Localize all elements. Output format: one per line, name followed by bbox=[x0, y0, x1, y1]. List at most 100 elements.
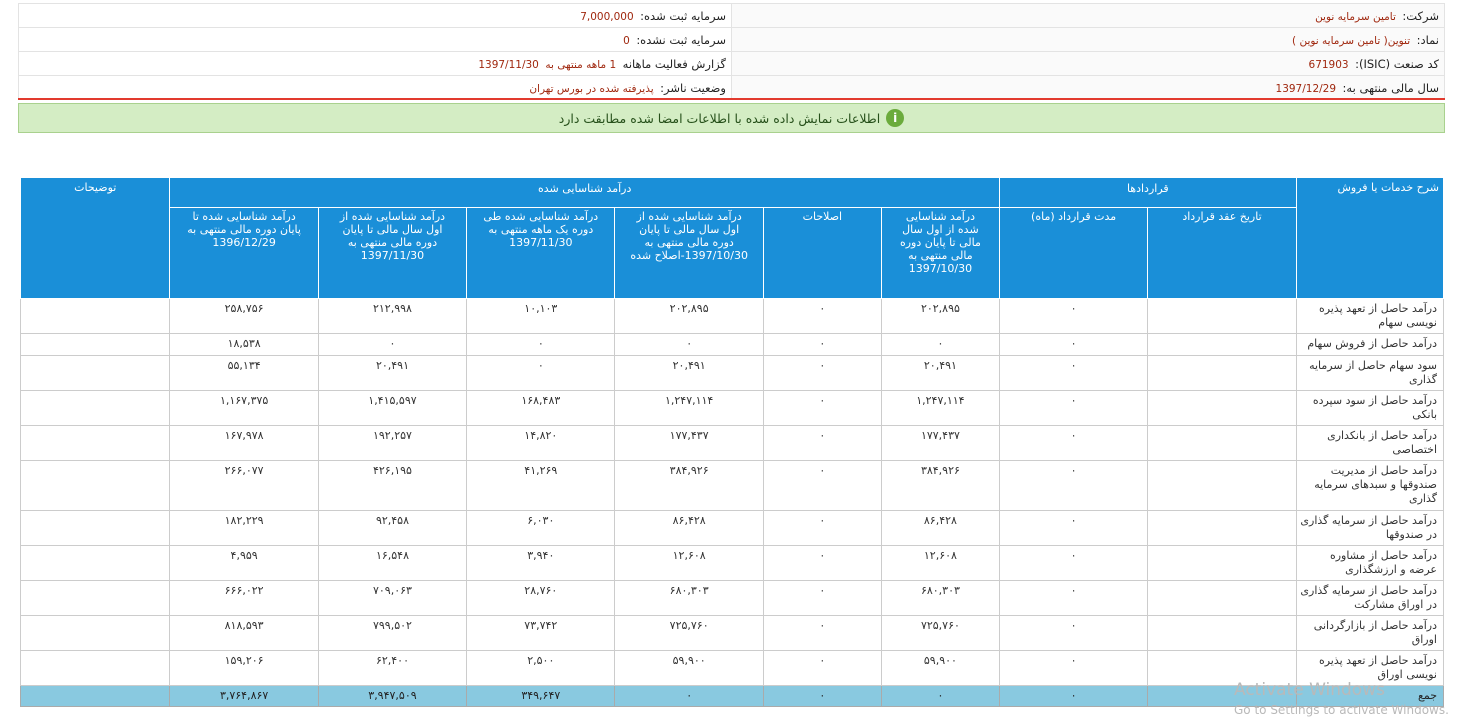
company-info-table: شرکت: تامین سرمایه نوین سرمایه ثبت شده: … bbox=[18, 3, 1445, 100]
cell-rev-to-1397-11-30: ۲۰,۴۹۱ bbox=[317, 355, 468, 391]
cell-notes bbox=[19, 510, 171, 546]
cell-rev-prev-year: ۸۱۸,۵۹۳ bbox=[169, 615, 319, 651]
header-contracts: قراردادها bbox=[998, 177, 1297, 208]
company-value: تامین سرمایه نوین bbox=[1315, 10, 1396, 23]
cell-notes bbox=[19, 685, 171, 707]
fiscal-year-cell: سال مالی منتهی به: 1397/12/29 bbox=[731, 75, 1445, 100]
cell-description: درآمد حاصل از تعهد پذیره نویسی سهام bbox=[1295, 298, 1445, 334]
report-value: 1 ماهه منتهی به bbox=[545, 58, 617, 71]
table-row: درآمد حاصل از فروش سهام ۰ ۰ ۰ ۰ ۰ ۰ ۱۸,۵۳۸ bbox=[19, 333, 1445, 356]
cell-rev-corrected: ۰ bbox=[614, 685, 764, 707]
cell-contract-date bbox=[1147, 580, 1297, 616]
symbol-value[interactable]: تنوین( تامین سرمایه نوین ) bbox=[1292, 35, 1410, 47]
cell-rev-one-month: ۲۸,۷۶۰ bbox=[466, 580, 616, 616]
cell-rev-corrected: ۶۸۰,۳۰۳ bbox=[614, 580, 764, 616]
cell-rev-one-month: ۲,۵۰۰ bbox=[466, 650, 616, 686]
cell-rev-to-1397-11-30: ۱۶,۵۴۸ bbox=[317, 545, 468, 581]
divider-line bbox=[18, 98, 1445, 100]
cell-rev-corrected: ۷۲۵,۷۶۰ bbox=[614, 615, 764, 651]
cell-contract-duration: ۰ bbox=[998, 580, 1149, 616]
cell-contract-date bbox=[1147, 545, 1297, 581]
table-row: درآمد حاصل از مشاوره عرضه و ارزشگذاری ۰ ۱۲… bbox=[19, 545, 1445, 581]
cell-corrections: ۰ bbox=[762, 425, 882, 461]
publisher-status-label: وضعیت ناشر: bbox=[660, 80, 726, 95]
cell-notes bbox=[19, 333, 171, 356]
cell-contract-date bbox=[1147, 425, 1297, 461]
cell-description: درآمد حاصل از فروش سهام bbox=[1295, 333, 1445, 356]
table-total-row: جمع ۰ ۰ ۰ ۰ ۳۴۹,۶۴۷ ۳,۹۴۷,۵۰۹ ۳,۷۶۴,۸۶۷ bbox=[19, 685, 1445, 707]
report-label: گزارش فعالیت ماهانه bbox=[622, 56, 726, 71]
cell-corrections: ۰ bbox=[762, 355, 882, 391]
cell-rev-to-1397-10-30: ۱۲,۶۰۸ bbox=[880, 545, 1000, 581]
cell-rev-one-month: ۰ bbox=[466, 355, 616, 391]
cell-contract-date bbox=[1147, 460, 1297, 511]
cell-rev-to-1397-11-30: ۴۲۶,۱۹۵ bbox=[317, 460, 468, 511]
cell-corrections: ۰ bbox=[762, 580, 882, 616]
capital-registered-value: 7,000,000 bbox=[580, 10, 634, 23]
cell-rev-prev-year: ۲۵۸,۷۵۶ bbox=[169, 298, 319, 334]
cell-contract-duration: ۰ bbox=[998, 333, 1149, 356]
cell-rev-to-1397-10-30: ۰ bbox=[880, 685, 1000, 707]
cell-rev-to-1397-10-30: ۱,۲۴۷,۱۱۴ bbox=[880, 390, 1000, 426]
cell-rev-to-1397-10-30: ۲۰۲,۸۹۵ bbox=[880, 298, 1000, 334]
cell-notes bbox=[19, 615, 171, 651]
cell-notes bbox=[19, 390, 171, 426]
cell-notes bbox=[19, 545, 171, 581]
header-rev-one-month: درآمد شناسایی شده طی دوره یک ماهه منتهی … bbox=[466, 207, 616, 299]
cell-rev-prev-year: ۳,۷۶۴,۸۶۷ bbox=[169, 685, 319, 707]
cell-rev-prev-year: ۱۵۹,۲۰۶ bbox=[169, 650, 319, 686]
info-icon: i bbox=[886, 109, 905, 127]
report-cell: گزارش فعالیت ماهانه 1 ماهه منتهی به 1397… bbox=[18, 51, 732, 76]
fiscal-year-value: 1397/12/29 bbox=[1275, 82, 1337, 95]
header-rev-prev-year: درآمد شناسایی شده تا پایان دوره مالی منت… bbox=[169, 207, 319, 299]
cell-rev-to-1397-11-30: ۰ bbox=[317, 333, 468, 356]
cell-rev-corrected: ۱,۲۴۷,۱۱۴ bbox=[614, 390, 764, 426]
header-rev-to-1397-10-30: درآمد شناسایی شده از اول سال مالی تا پای… bbox=[880, 207, 1000, 299]
cell-description: درآمد حاصل از سود سپرده بانکی bbox=[1295, 390, 1445, 426]
cell-rev-corrected: ۱۲,۶۰۸ bbox=[614, 545, 764, 581]
cell-rev-to-1397-10-30: ۲۰,۴۹۱ bbox=[880, 355, 1000, 391]
header-rev-corrected: درآمد شناسایی شده از اول سال مالی تا پای… bbox=[614, 207, 764, 299]
header-corrections: اصلاحات bbox=[762, 207, 882, 299]
cell-contract-duration: ۰ bbox=[998, 510, 1149, 546]
cell-rev-to-1397-10-30: ۸۶,۴۲۸ bbox=[880, 510, 1000, 546]
cell-contract-date bbox=[1147, 510, 1297, 546]
fiscal-year-label: سال مالی منتهی به: bbox=[1342, 80, 1439, 95]
cell-contract-duration: ۰ bbox=[998, 390, 1149, 426]
table-row: درآمد حاصل از تعهد پذیره نویسی اوراق ۰ ۵۹,… bbox=[19, 650, 1445, 686]
isic-label: کد صنعت (ISIC): bbox=[1355, 56, 1439, 71]
cell-rev-to-1397-10-30: ۶۸۰,۳۰۳ bbox=[880, 580, 1000, 616]
cell-rev-prev-year: ۱,۱۶۷,۳۷۵ bbox=[169, 390, 319, 426]
cell-rev-one-month: ۴۱,۲۶۹ bbox=[466, 460, 616, 511]
cell-rev-one-month: ۱۰,۱۰۳ bbox=[466, 298, 616, 334]
cell-contract-duration: ۰ bbox=[998, 425, 1149, 461]
cell-rev-to-1397-10-30: ۳۸۴,۹۲۶ bbox=[880, 460, 1000, 511]
header-contract-duration: مدت قرارداد (ماه) bbox=[998, 207, 1149, 299]
symbol-label: نماد: bbox=[1416, 32, 1439, 47]
cell-corrections: ۰ bbox=[762, 298, 882, 334]
cell-contract-duration: ۰ bbox=[998, 650, 1149, 686]
table-row: سود سهام حاصل از سرمایه گذاری ۰ ۲۰,۴۹۱ ۰ ۲۰,… bbox=[19, 355, 1445, 391]
header-contract-date: تاریخ عقد قرارداد bbox=[1147, 207, 1297, 299]
publisher-status-value: پذیرفته شده در بورس تهران bbox=[529, 82, 654, 95]
cell-description: درآمد حاصل از بانکداری اختصاصی bbox=[1295, 425, 1445, 461]
cell-rev-prev-year: ۴,۹۵۹ bbox=[169, 545, 319, 581]
table-row: درآمد حاصل از مدیریت صندوقها و سبدهای سر… bbox=[19, 460, 1445, 511]
cell-rev-to-1397-11-30: ۶۲,۴۰۰ bbox=[317, 650, 468, 686]
table-row: درآمد حاصل از بازارگردانی اوراق ۰ ۷۲۵,۷۶۰ ۰… bbox=[19, 615, 1445, 651]
cell-rev-prev-year: ۲۶۶,۰۷۷ bbox=[169, 460, 319, 511]
cell-rev-one-month: ۳,۹۴۰ bbox=[466, 545, 616, 581]
cell-rev-to-1397-11-30: ۹۲,۴۵۸ bbox=[317, 510, 468, 546]
capital-unregistered-cell: سرمایه ثبت نشده: 0 bbox=[18, 27, 732, 52]
activate-windows-subtitle: Go to Settings to activate Windows. bbox=[1234, 703, 1449, 717]
capital-unregistered-label: سرمایه ثبت نشده: bbox=[636, 32, 726, 47]
cell-description: درآمد حاصل از سرمایه گذاری در صندوقها bbox=[1295, 510, 1445, 546]
cell-description: درآمد حاصل از مشاوره عرضه و ارزشگذاری bbox=[1295, 545, 1445, 581]
cell-rev-prev-year: ۱۸,۵۳۸ bbox=[169, 333, 319, 356]
cell-corrections: ۰ bbox=[762, 615, 882, 651]
capital-registered-label: سرمایه ثبت شده: bbox=[640, 8, 726, 23]
cell-rev-corrected: ۲۰,۴۹۱ bbox=[614, 355, 764, 391]
table-row: درآمد حاصل از بانکداری اختصاصی ۰ ۱۷۷,۴۳۷ ۰ ۱… bbox=[19, 425, 1445, 461]
publisher-status-cell: وضعیت ناشر: پذیرفته شده در بورس تهران bbox=[18, 75, 732, 100]
cell-rev-one-month: ۶,۰۳۰ bbox=[466, 510, 616, 546]
